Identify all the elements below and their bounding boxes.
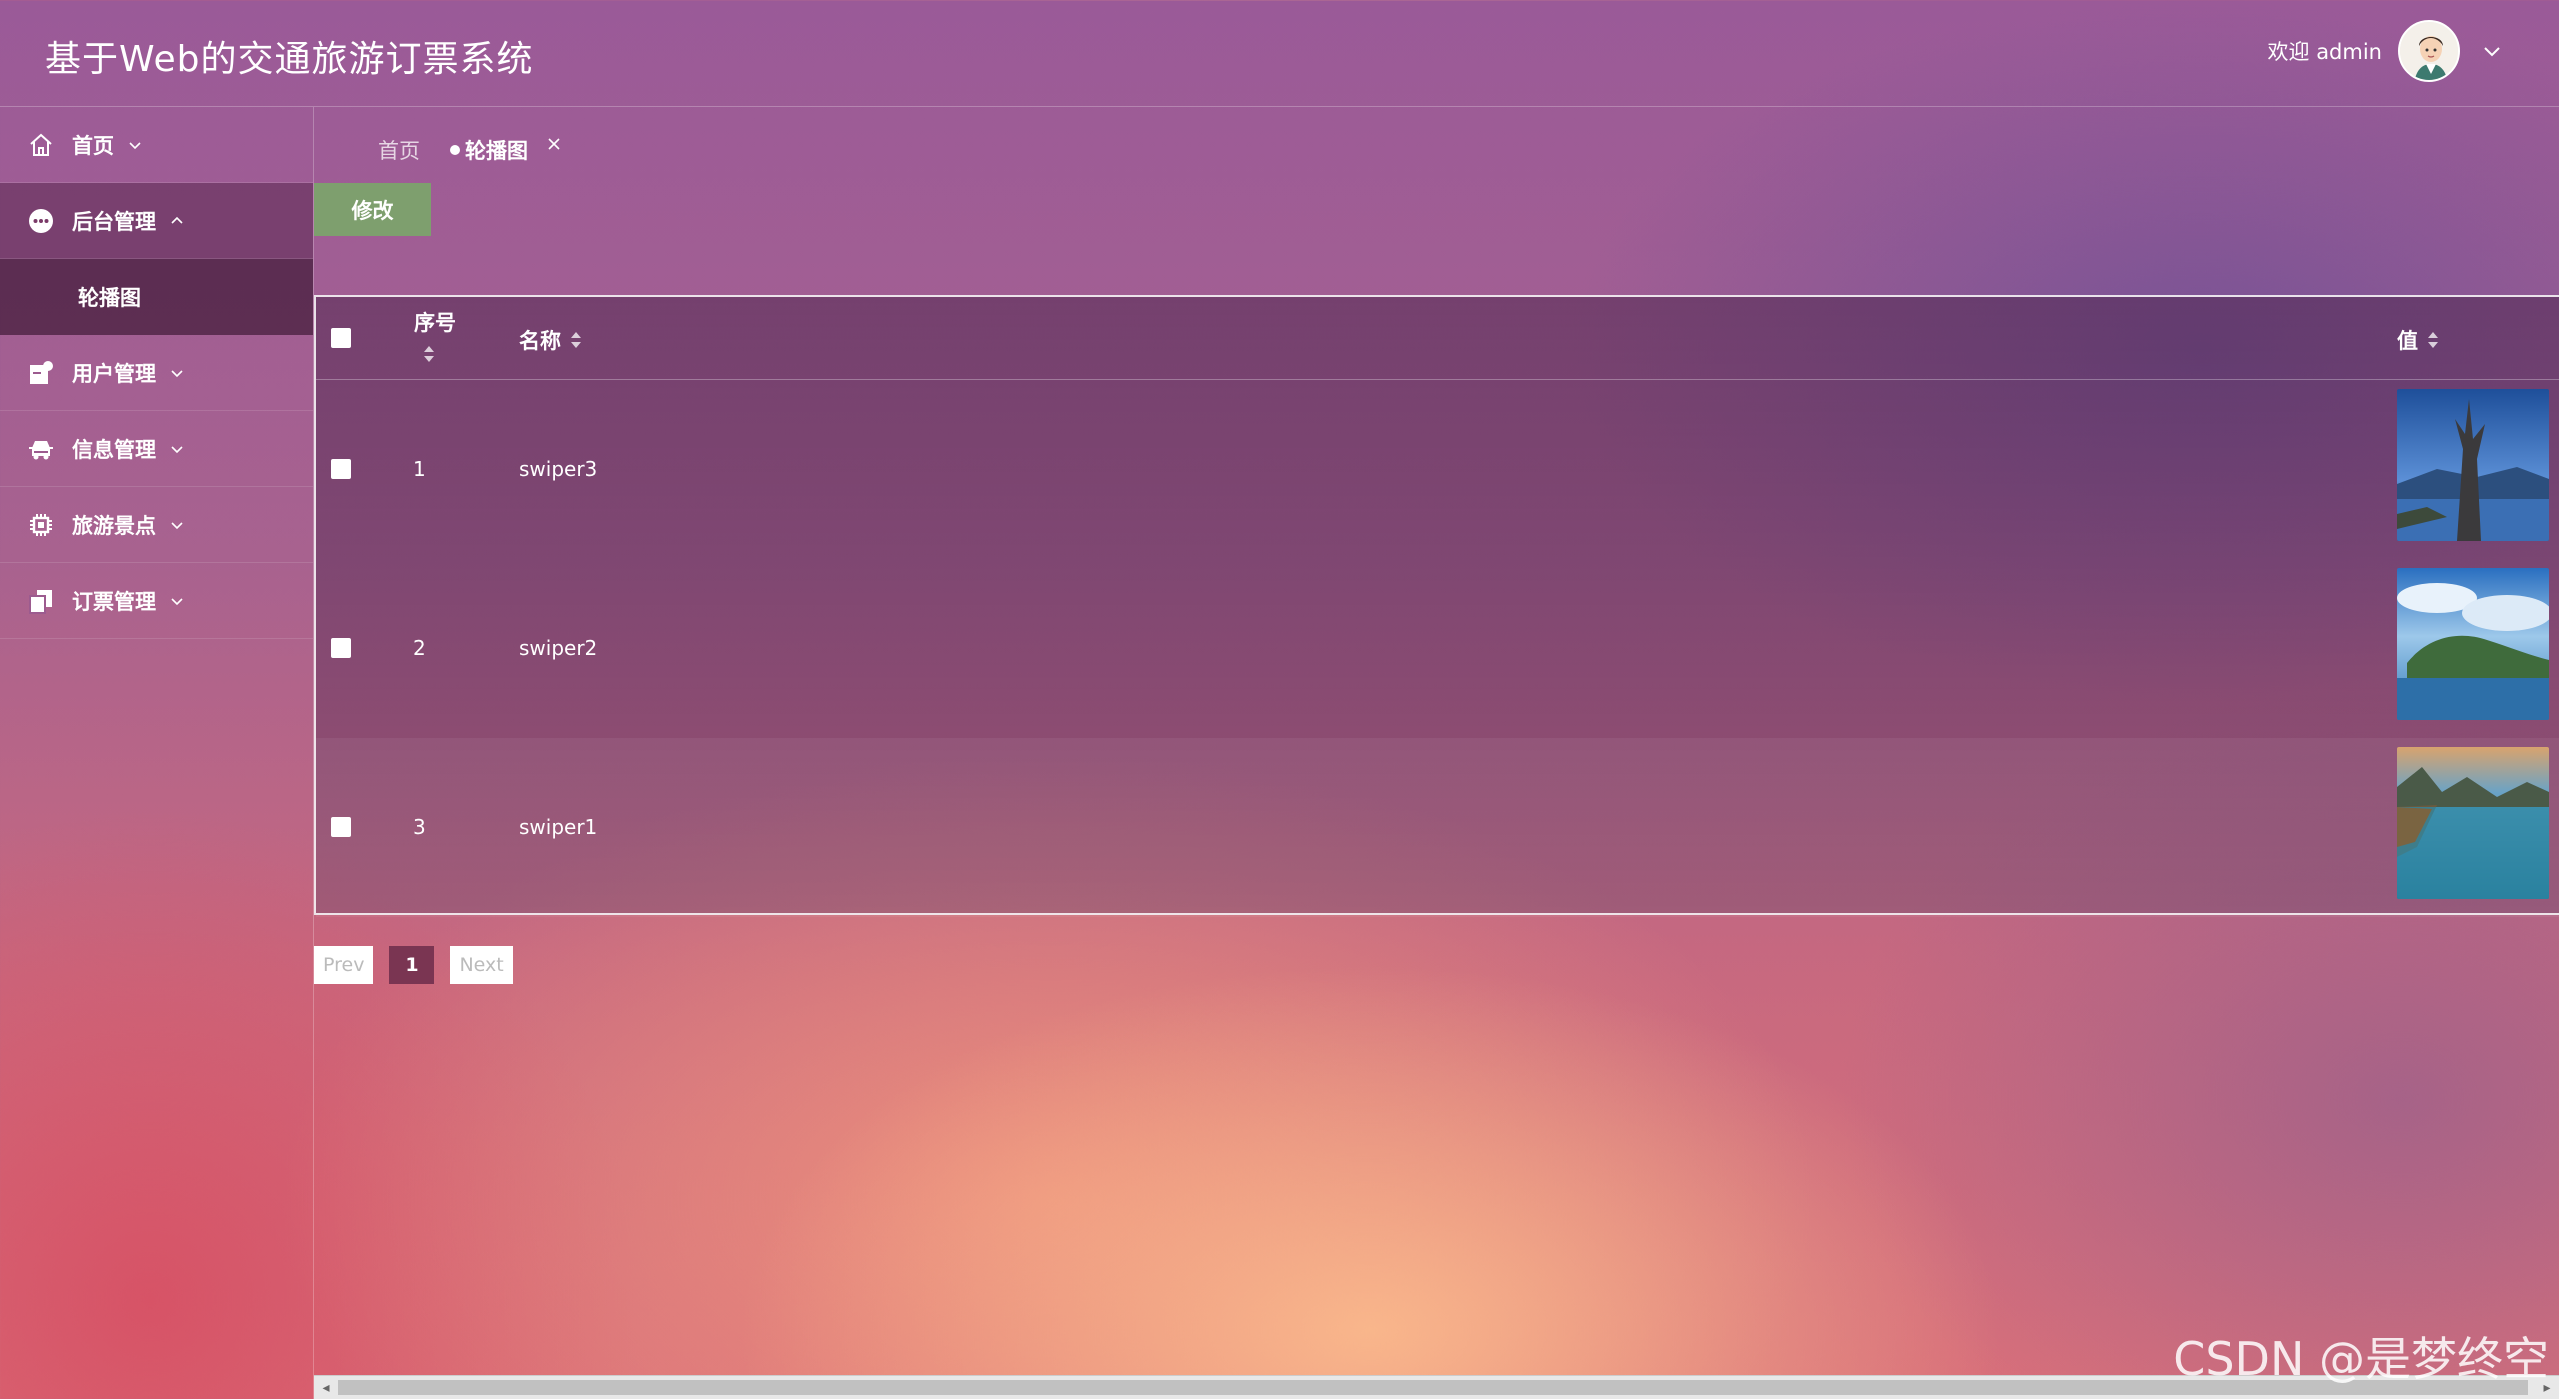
app-title: 基于Web的交通旅游订票系统 [45, 39, 534, 80]
tab-home[interactable]: 首页 [378, 135, 420, 165]
chevron-down-icon [129, 141, 141, 149]
row-image[interactable] [2397, 389, 2549, 541]
chip-icon [26, 510, 56, 540]
select-all-checkbox[interactable] [331, 328, 351, 348]
column-index-label: 序号 [414, 311, 456, 335]
sidebar-item-label: 用户管理 [72, 361, 156, 386]
more-circle-icon [26, 206, 56, 236]
row-checkbox[interactable] [331, 459, 351, 479]
table-header: 序号 名称 值 [316, 297, 2559, 380]
column-value[interactable]: 值 [2397, 325, 2440, 355]
user-card-icon [26, 358, 56, 388]
column-value-label: 值 [2397, 329, 2418, 353]
sidebar-item-tickets[interactable]: 订票管理 [0, 563, 313, 639]
sidebar-item-home[interactable]: 首页 [0, 107, 313, 183]
row-name: swiper2 [519, 636, 598, 660]
row-image[interactable] [2397, 747, 2549, 899]
row-index: 3 [413, 815, 426, 839]
column-index[interactable]: 序号 [414, 307, 456, 365]
chevron-up-icon [171, 216, 183, 224]
sidebar-item-backend[interactable]: 后台管理 [0, 183, 313, 259]
prev-page-button[interactable]: Prev [314, 946, 374, 984]
sidebar: 首页 后台管理 轮播图 用户管理 信息管理 旅游景点 订票管理 [0, 107, 314, 1399]
table-row[interactable]: 3 swiper1 [316, 738, 2559, 917]
row-index: 1 [413, 457, 426, 481]
table-row[interactable]: 2 swiper2 [316, 559, 2559, 738]
top-header: 基于Web的交通旅游订票系统 欢迎 admin [0, 0, 2559, 107]
row-checkbox[interactable] [331, 817, 351, 837]
sidebar-subitem-carousel[interactable]: 轮播图 [0, 259, 313, 335]
chevron-down-icon [171, 369, 183, 377]
column-name-label: 名称 [519, 329, 561, 353]
copy-icon [26, 586, 56, 616]
table-row[interactable]: 1 swiper3 [316, 380, 2559, 559]
pagination: Prev 1 Next [314, 946, 513, 984]
sidebar-item-label: 订票管理 [72, 589, 156, 614]
edit-button[interactable]: 修改 [314, 183, 431, 236]
tab-label: 轮播图 [465, 139, 528, 163]
user-menu[interactable]: 欢迎 admin [2268, 20, 2504, 82]
close-icon[interactable] [546, 136, 562, 152]
watermark: CSDN @是梦终空 [2173, 1332, 2549, 1386]
sidebar-item-label: 后台管理 [72, 209, 156, 234]
column-name[interactable]: 名称 [519, 325, 583, 355]
sidebar-item-users[interactable]: 用户管理 [0, 335, 313, 411]
chevron-down-icon[interactable] [2480, 39, 2504, 63]
main-content: 首页 轮播图 修改 序号 名称 值 1 swiper3 2 swiper2 3 … [314, 107, 2559, 1399]
page-number-button[interactable]: 1 [389, 946, 435, 984]
sidebar-item-label: 信息管理 [72, 437, 156, 462]
sort-icon[interactable] [569, 329, 583, 351]
avatar[interactable] [2398, 20, 2460, 82]
row-checkbox[interactable] [331, 638, 351, 658]
tab-carousel[interactable]: 轮播图 [450, 135, 562, 165]
row-name: swiper3 [519, 457, 598, 481]
scroll-left-icon[interactable]: ◂ [314, 1376, 338, 1399]
sort-icon[interactable] [2426, 329, 2440, 351]
chevron-down-icon [171, 597, 183, 605]
welcome-text: 欢迎 admin [2267, 40, 2382, 64]
home-icon [26, 130, 56, 160]
next-page-button[interactable]: Next [450, 946, 513, 984]
sort-icon[interactable] [422, 343, 436, 365]
sidebar-item-label: 轮播图 [78, 286, 141, 310]
sidebar-item-label: 旅游景点 [72, 513, 156, 538]
car-icon [26, 434, 56, 464]
row-index: 2 [413, 636, 426, 660]
sidebar-item-info[interactable]: 信息管理 [0, 411, 313, 487]
sidebar-item-label: 首页 [72, 133, 114, 158]
chevron-down-icon [171, 445, 183, 453]
row-name: swiper1 [519, 815, 598, 839]
sidebar-item-attractions[interactable]: 旅游景点 [0, 487, 313, 563]
tab-bar: 首页 轮播图 [378, 135, 562, 165]
row-image[interactable] [2397, 568, 2549, 720]
active-dot-icon [450, 145, 460, 155]
data-table: 序号 名称 值 1 swiper3 2 swiper2 3 swiper1 [314, 295, 2559, 917]
chevron-down-icon [171, 521, 183, 529]
